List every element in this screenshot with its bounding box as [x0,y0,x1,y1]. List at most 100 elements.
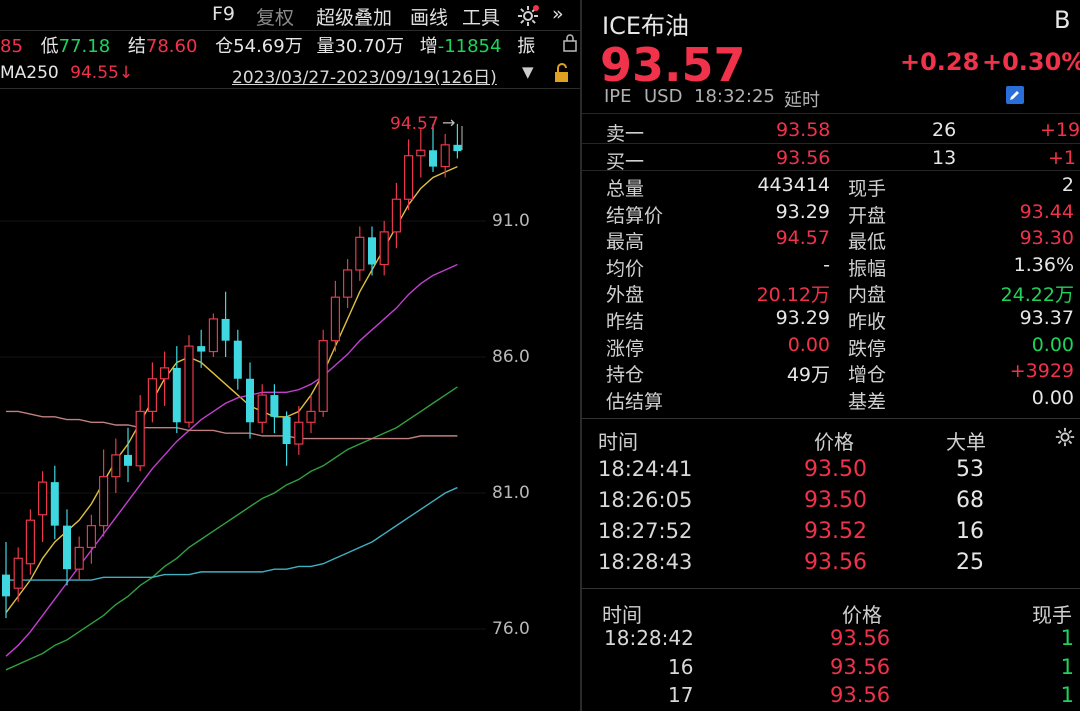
bull-candle[interactable] [111,438,121,493]
unlock-icon[interactable] [552,62,572,88]
bull-candle[interactable] [74,536,84,581]
candlestick-chart[interactable] [0,90,580,711]
bear-candle[interactable] [282,411,291,466]
bear-candle[interactable] [270,384,279,434]
stat-value: 93.29 [775,307,830,329]
bull-candle[interactable] [135,395,145,472]
bid1-diff: +1 [1048,147,1077,169]
ticks-time-header: 时间 [602,603,642,627]
kline-chart-panel[interactable]: F9 复权 超级叠加 画线 工具 » 85 低77.18 结78.60 仓54.… [0,0,580,711]
fuquan-button[interactable]: 复权 [256,3,294,30]
price-tick-label: 86.0 [492,347,530,367]
big-order-size: 25 [956,550,984,575]
stat-value: +3929 [1009,360,1074,383]
stat-value: 1.36% [1013,253,1074,276]
lock-small-icon [562,34,578,56]
stat-value: 94.57 [775,227,830,250]
expand-toolbar-button[interactable]: » [552,3,564,25]
ask1-diff: +19 [1040,119,1080,141]
exchange-code: IPE [604,86,632,107]
edit-pencil-icon[interactable] [1006,86,1024,108]
bull-candle[interactable] [391,182,401,249]
date-range-dropdown-icon[interactable]: ▼ [522,63,534,81]
bear-candle[interactable] [368,226,376,276]
ask1-qty: 26 [932,119,957,141]
big-order-time: 18:24:41 [598,457,693,481]
bull-candle[interactable] [330,280,340,352]
stat-label: 估结算 [606,390,664,413]
big-order-size: 68 [956,488,984,513]
stat-value: 93.44 [1019,200,1074,223]
ma-indicator-bar: MA250 94.55↓ [0,63,134,83]
super-overlay-button[interactable]: 超级叠加 [316,3,392,30]
market-badge[interactable]: B [1054,6,1070,34]
big-orders-size-header: 大单 [946,430,986,454]
big-order-price: 93.50 [804,457,867,482]
bear-candle[interactable] [124,427,132,483]
bear-candle[interactable] [50,465,59,540]
bull-candle[interactable] [379,221,389,276]
bear-candle[interactable] [221,291,230,357]
bull-candle[interactable] [257,384,267,434]
bid1-price: 93.56 [776,147,831,169]
date-range-selector[interactable]: 2023/03/27-2023/09/19(126日) [232,63,497,88]
stat-value: 93.30 [1019,227,1074,250]
bull-candle[interactable] [416,128,426,178]
draw-line-button[interactable]: 画线 [410,3,448,30]
bull-candle[interactable] [343,259,353,309]
moving-average-line [6,486,458,581]
bull-candle[interactable] [404,139,414,211]
stat-value: 93.29 [775,200,830,223]
tick-time: 17 [668,683,694,707]
tick-hand: 1 [1060,626,1074,650]
stat-label: 最低 [848,231,887,254]
stat-label: 增仓 [848,364,887,387]
bear-candle[interactable] [2,541,10,619]
bull-candle[interactable] [306,395,316,434]
stat-label: 结算价 [606,204,664,227]
stat-label: 开盘 [848,204,887,227]
stat-value: 24.22万 [1000,284,1074,307]
bull-candle[interactable] [25,509,35,575]
stat-value: 93.37 [1019,307,1074,329]
big-order-size: 16 [956,519,984,544]
stat-label: 均价 [606,257,645,280]
bear-candle[interactable] [63,509,71,586]
bull-candle[interactable] [184,335,194,428]
info-bar: 85 低77.18 结78.60 仓54.69万 量30.70万 增-11854… [0,36,536,57]
bull-candle[interactable] [147,362,157,423]
stat-label: 总量 [606,178,645,200]
bear-candle[interactable] [172,346,181,434]
bear-candle[interactable] [246,362,254,439]
big-orders-settings-gear-icon[interactable] [1054,426,1076,452]
tick-hand: 1 [1060,683,1074,707]
bull-candle[interactable] [86,514,97,564]
stat-label: 内盘 [848,284,887,307]
stat-label: 外盘 [606,284,645,307]
divider [582,113,1080,114]
settings-gear-icon[interactable] [516,4,540,32]
stat-value: 443414 [757,174,830,196]
quote-time: 18:32:25 [694,86,775,107]
instrument-name: ICE布油 [602,12,689,40]
tick-time: 16 [668,654,694,679]
stat-label: 基差 [848,390,887,413]
tools-button[interactable]: 工具 [462,3,500,30]
bear-candle[interactable] [197,329,206,368]
currency-code: USD [644,86,683,107]
tick-hand: 1 [1060,654,1074,679]
bull-candle[interactable] [208,313,218,357]
divider [582,418,1080,419]
bull-candle[interactable] [160,351,170,406]
big-order-price: 93.52 [804,519,867,544]
tick-time: 18:28:42 [604,626,694,650]
bull-candle[interactable] [37,471,48,542]
bull-candle[interactable] [98,449,109,537]
ask1-price: 93.58 [776,119,831,141]
bid1-qty: 13 [932,147,957,169]
f9-button[interactable]: F9 [212,3,235,25]
stat-label: 涨停 [606,337,645,360]
bull-candle[interactable] [318,329,328,417]
bear-candle[interactable] [233,329,242,390]
bull-candle[interactable] [355,226,365,281]
